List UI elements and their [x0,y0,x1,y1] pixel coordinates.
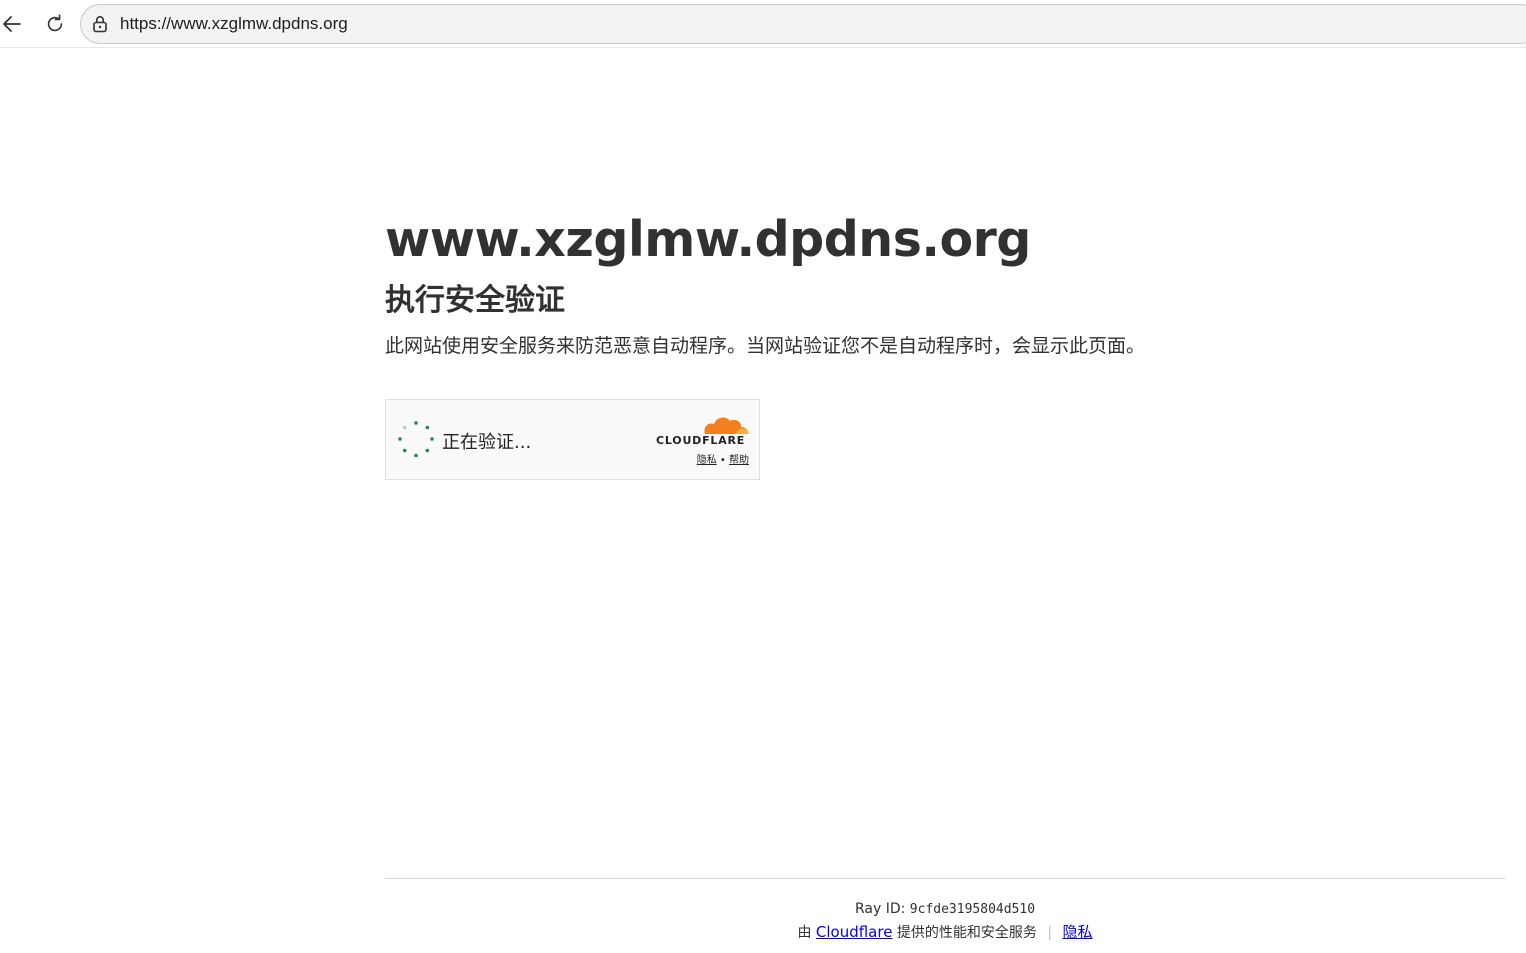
footer: Ray ID: 9cfde3195804d510 由 Cloudflare 提供… [385,898,1505,945]
address-bar[interactable]: https://www.xzglmw.dpdns.org [80,4,1526,44]
footer-privacy-link[interactable]: 隐私 [1063,923,1093,941]
back-arrow-icon[interactable] [0,10,26,38]
cloudflare-logo: CLOUDFLARE [656,412,752,447]
ray-id-row: Ray ID: 9cfde3195804d510 [385,898,1505,921]
svg-text:CLOUDFLARE: CLOUDFLARE [656,434,745,446]
widget-links: 隐私 • 帮助 [697,451,749,466]
url-text[interactable]: https://www.xzglmw.dpdns.org [120,14,348,34]
browser-toolbar: https://www.xzglmw.dpdns.org [0,0,1526,48]
page-subtitle: 执行安全验证 [385,283,565,318]
by-prefix: 由 [797,925,812,941]
footer-divider [385,878,1505,879]
widget-help-link[interactable]: 帮助 [729,455,749,466]
provider-row: 由 Cloudflare 提供的性能和安全服务 | 隐私 [385,921,1505,945]
link-separator-dot: • [719,455,726,466]
site-title: www.xzglmw.dpdns.org [385,211,1031,268]
challenge-content: www.xzglmw.dpdns.org 执行安全验证 此网站使用安全服务来防范… [385,205,1385,361]
widget-privacy-link[interactable]: 隐私 [697,455,717,466]
ray-id-label: Ray ID: [854,901,906,917]
verifying-status: 正在验证... [442,432,532,453]
ray-id-value: 9cfde3195804d510 [909,902,1036,917]
provided-text: 提供的性能和安全服务 [896,925,1037,941]
reload-icon[interactable] [41,10,69,38]
lock-icon[interactable] [91,15,109,33]
page-description: 此网站使用安全服务来防范恶意自动程序。当网站验证您不是自动程序时，会显示此页面。 [385,335,1146,357]
footer-separator: | [1047,925,1053,941]
spinner-icon [396,420,436,460]
turnstile-widget[interactable]: 正在验证... CLOUDFLARE 隐私 • 帮助 [385,399,760,480]
cloudflare-link[interactable]: Cloudflare [816,923,893,941]
